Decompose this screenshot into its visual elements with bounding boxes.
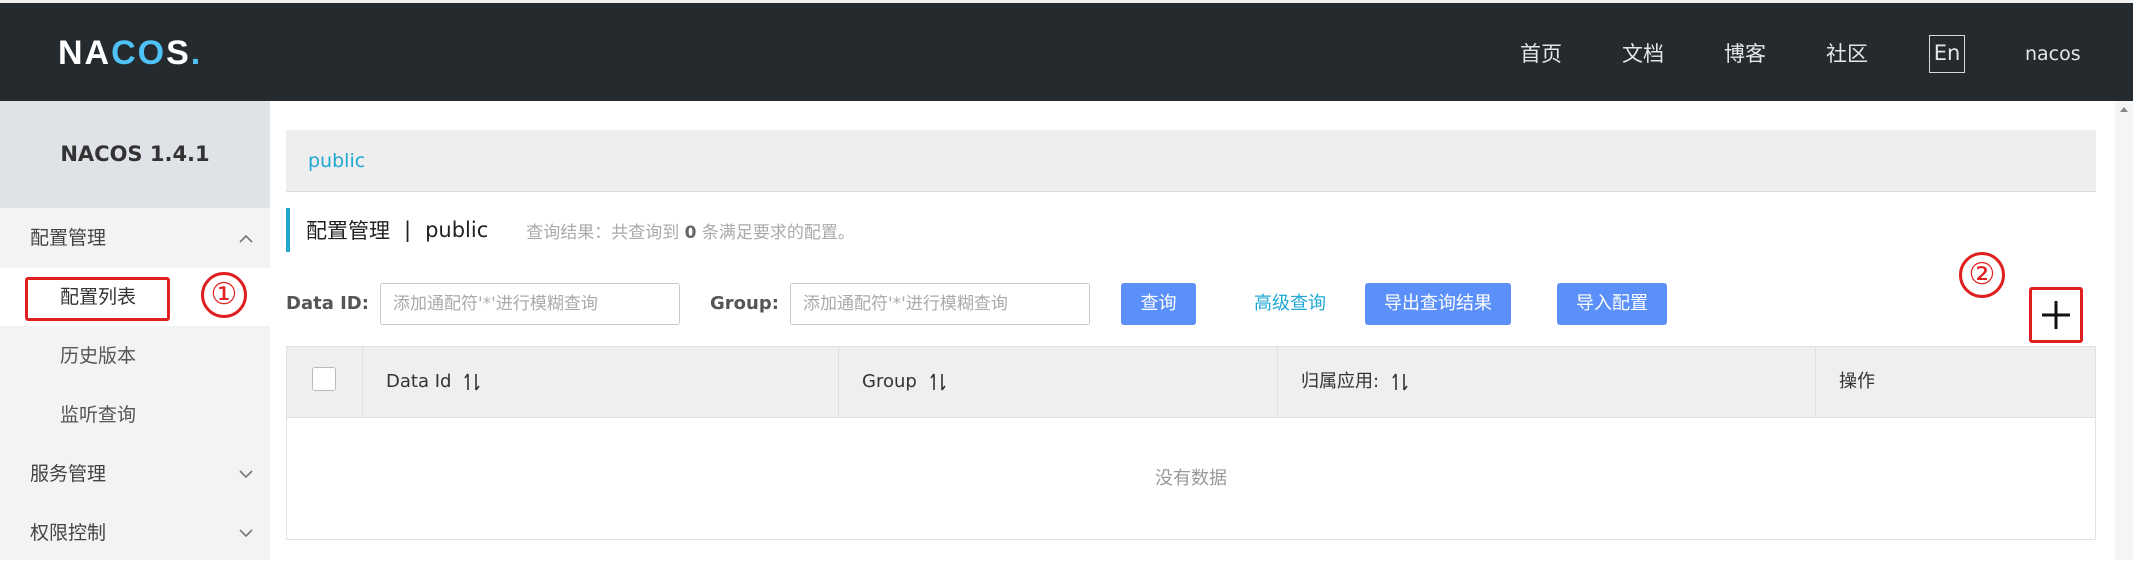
chevron-down-icon [236,504,256,562]
sidebar-group-label: 服务管理 [30,463,107,485]
column-divider [1277,347,1278,417]
chevron-down-icon [236,445,256,503]
namespace-bar: public [286,130,2096,192]
logo-text-co: CO [111,33,167,72]
user-menu[interactable]: nacos [2025,33,2081,75]
sidebar-version-title: NACOS 1.4.1 [0,101,270,208]
language-switch-button[interactable]: En [1929,35,1965,73]
sidebar-group-access-control[interactable]: 权限控制 [0,504,270,562]
page-header: 配置管理 | public 查询结果：共查询到 0 条满足要求的配置。 [286,208,1786,252]
sort-icon[interactable] [929,372,947,392]
column-label: Group [862,371,917,392]
title-separator: | [404,218,412,242]
namespace-item-public[interactable]: public [308,130,365,192]
column-divider [362,347,363,417]
result-suffix: 条满足要求的配置。 [701,222,855,243]
annotation-number-two: ② [1959,252,2005,298]
config-table-body: 没有数据 [286,418,2096,540]
sidebar-group-label: 权限控制 [30,522,107,544]
sort-icon[interactable] [463,372,481,392]
result-count: 0 [684,222,697,243]
page-namespace: public [425,218,489,242]
logo-text-na: NA [58,33,112,72]
nav-home[interactable]: 首页 [1520,33,1562,75]
sidebar-item-history[interactable]: 历史版本 [0,327,270,385]
page-scrollbar[interactable] [2115,101,2133,560]
export-results-button[interactable]: 导出查询结果 [1365,283,1511,325]
sidebar-item-listener-query[interactable]: 监听查询 [0,386,270,444]
column-divider [838,347,839,417]
nav-blog[interactable]: 博客 [1724,33,1766,75]
select-all-checkbox[interactable] [312,367,336,391]
column-header-actions: 操作 [1839,347,1875,417]
sidebar-group-config-management[interactable]: 配置管理 [0,209,270,267]
column-label: 操作 [1839,371,1875,392]
group-input[interactable] [790,283,1090,325]
column-header-data-id[interactable]: Data Id [386,347,481,417]
column-label: 归属应用: [1301,371,1380,392]
nav-docs[interactable]: 文档 [1622,33,1664,75]
query-button[interactable]: 查询 [1121,283,1196,325]
column-header-app[interactable]: 归属应用: [1301,347,1409,417]
group-label: Group: [710,293,779,314]
page-title: 配置管理 [306,219,390,243]
top-navbar: NA CO S. 首页 文档 博客 社区 En nacos [0,0,2133,101]
sort-icon[interactable] [1391,372,1409,392]
add-config-button[interactable] [2029,287,2083,343]
column-label: Data Id [386,371,452,392]
sidebar-group-label: 配置管理 [30,227,107,249]
data-id-input[interactable] [380,283,680,325]
annotation-number-one: ① [201,272,247,318]
chevron-up-icon [236,209,256,267]
logo-text-s: S [166,33,191,72]
import-config-button[interactable]: 导入配置 [1557,283,1667,325]
empty-table-message: 没有数据 [1155,468,1227,489]
sidebar-group-service-management[interactable]: 服务管理 [0,445,270,503]
data-id-label: Data ID: [286,293,369,314]
query-result-summary: 查询结果：共查询到 0 条满足要求的配置。 [526,218,855,243]
advanced-query-link[interactable]: 高级查询 [1254,283,1326,325]
result-prefix: 查询结果：共查询到 [526,222,680,243]
sidebar: NACOS 1.4.1 配置管理 配置列表 历史版本 监听查询 服务管理 权限控… [0,101,270,560]
plus-icon [2042,301,2070,329]
scroll-up-icon[interactable] [2115,102,2133,116]
nav-community[interactable]: 社区 [1826,33,1868,75]
column-divider [1815,347,1816,417]
config-table-header: Data Id Group 归属应用: 操作 [286,346,2096,418]
nacos-logo[interactable]: NA CO S. [58,31,202,75]
logo-dot: . [190,33,203,72]
column-header-group[interactable]: Group [862,347,947,417]
